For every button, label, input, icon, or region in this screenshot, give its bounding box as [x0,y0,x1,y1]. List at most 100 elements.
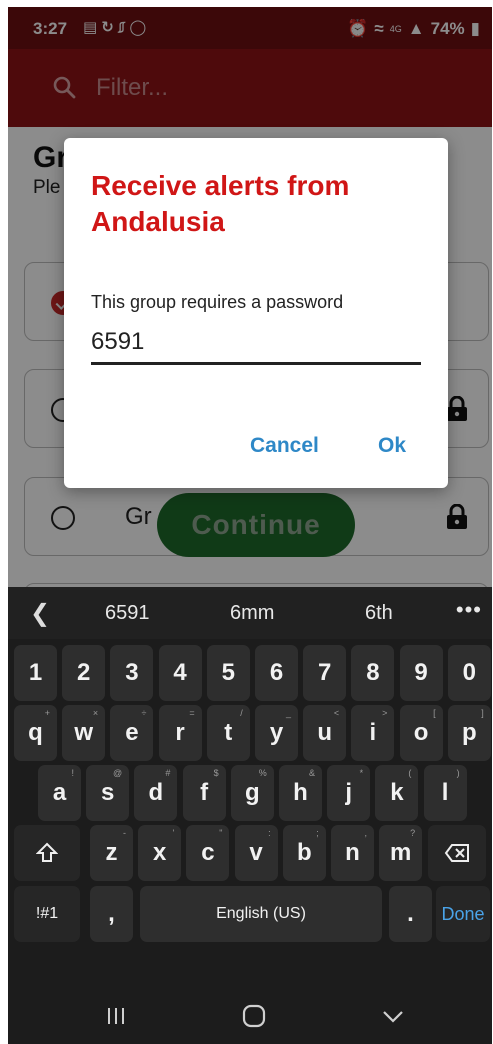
key-label: s [101,779,115,806]
period-key[interactable]: . [389,886,432,942]
cancel-button[interactable]: Cancel [250,434,319,458]
key-e[interactable]: e ÷ [110,705,154,761]
soft-keyboard: ❮ 6591 6mm 6th ••• 1 2 3 4 5 6 7 8 9 0 q + w × e ÷ r = t / y… [8,587,492,1044]
suggestion-item[interactable]: 6th [365,602,393,625]
key-hint: ÷ [141,708,147,718]
key-h[interactable]: h & [279,765,322,821]
key-d[interactable]: d # [134,765,178,821]
key-s[interactable]: s @ [86,765,130,821]
key-label: , [108,900,115,927]
key-hint: ; [316,828,319,838]
key-f[interactable]: f $ [182,765,226,821]
suggestion-bar: ❮ 6591 6mm 6th ••• [8,587,492,639]
key-label: m [390,839,412,866]
key-l[interactable]: l) [423,765,467,821]
key-w[interactable]: w × [62,705,106,761]
done-key[interactable]: Done [436,886,490,942]
key-hint: [ [433,708,436,718]
key-hint: # [165,768,171,778]
key-label: t [224,719,233,746]
chevron-down-icon[interactable] [380,1003,406,1029]
key-label: u [317,719,333,746]
key-j[interactable]: j * [327,765,371,821]
key-z[interactable]: z- [90,825,133,881]
key-label: x [153,839,167,866]
symbols-key[interactable]: !#1 [14,886,80,942]
key-label: 3 [125,659,139,686]
key-i[interactable]: i > [351,705,395,761]
key-x[interactable]: x ' [138,825,182,881]
screen: 3:27 ▤↻⎎◯ ⏰ ≈ 4G ▲ 74% ▮ Gr Ple [8,7,492,1044]
key-n[interactable]: n, [331,825,374,881]
key-label: h [293,779,308,806]
key-hint: = [189,708,195,718]
key-label: . [407,900,414,927]
key-0[interactable]: 0 [447,645,491,701]
key-hint: / [240,708,243,718]
key-hint: ' [172,828,175,838]
key-hint: * [359,768,364,778]
key-hint: : [268,828,271,838]
key-label: q [28,719,43,746]
key-hint: < [333,708,340,718]
key-1[interactable]: 1 [14,645,57,701]
key-label: f [200,779,209,806]
key-label: l [441,779,449,806]
key-4[interactable]: 4 [158,645,202,701]
key-label: 7 [318,659,332,686]
ok-button[interactable]: Ok [378,434,406,458]
key-label: 9 [414,659,428,686]
key-hint: ] [481,708,484,718]
suggestion-item[interactable]: 6mm [230,602,274,625]
key-v[interactable]: v: [234,825,278,881]
suggestion-item[interactable]: 6591 [105,602,150,625]
key-6[interactable]: 6 [255,645,298,701]
shift-key[interactable] [14,825,80,881]
comma-key[interactable]: , [90,886,133,942]
key-hint: × [92,708,99,718]
key-g[interactable]: g% [230,765,274,821]
key-t[interactable]: t / [206,705,250,761]
backspace-key[interactable] [428,825,486,881]
key-5[interactable]: 5 [206,645,250,701]
key-o[interactable]: o[ [399,705,443,761]
key-label: 2 [77,659,91,686]
backspace-icon [444,844,469,862]
key-7[interactable]: 7 [303,645,347,701]
key-8[interactable]: 8 [351,645,395,701]
recent-apps-icon[interactable] [103,1003,129,1029]
key-u[interactable]: u < [303,705,347,761]
key-hint: $ [213,768,219,778]
space-key[interactable]: English (US) [140,886,382,942]
key-hint: ( [408,768,412,778]
chevron-left-icon[interactable]: ❮ [30,599,50,628]
key-label: c [201,839,215,866]
more-options-icon[interactable]: ••• [456,597,482,623]
key-b[interactable]: b; [282,825,326,881]
password-input[interactable] [91,321,421,365]
key-3[interactable]: 3 [110,645,154,701]
key-9[interactable]: 9 [399,645,443,701]
key-a[interactable]: a! [38,765,81,821]
key-label: 6 [269,659,284,686]
key-2[interactable]: 2 [62,645,106,701]
key-label: w [74,719,94,746]
key-m[interactable]: m? [379,825,423,881]
key-label: p [461,719,477,746]
key-label: n [345,839,360,866]
home-icon[interactable] [241,1003,267,1029]
key-q[interactable]: q + [14,705,57,761]
key-hint: , [364,828,367,838]
key-label: English (US) [216,905,306,922]
key-r[interactable]: r = [158,705,202,761]
key-c[interactable]: c " [186,825,230,881]
key-p[interactable]: p] [447,705,491,761]
key-k[interactable]: k( [375,765,419,821]
key-y[interactable]: y _ [255,705,298,761]
key-label: 0 [462,659,476,686]
key-hint: ? [410,828,416,838]
key-label: g [244,779,260,806]
key-label: 4 [173,659,187,686]
key-label: Done [441,903,485,924]
key-label: r [175,719,185,746]
